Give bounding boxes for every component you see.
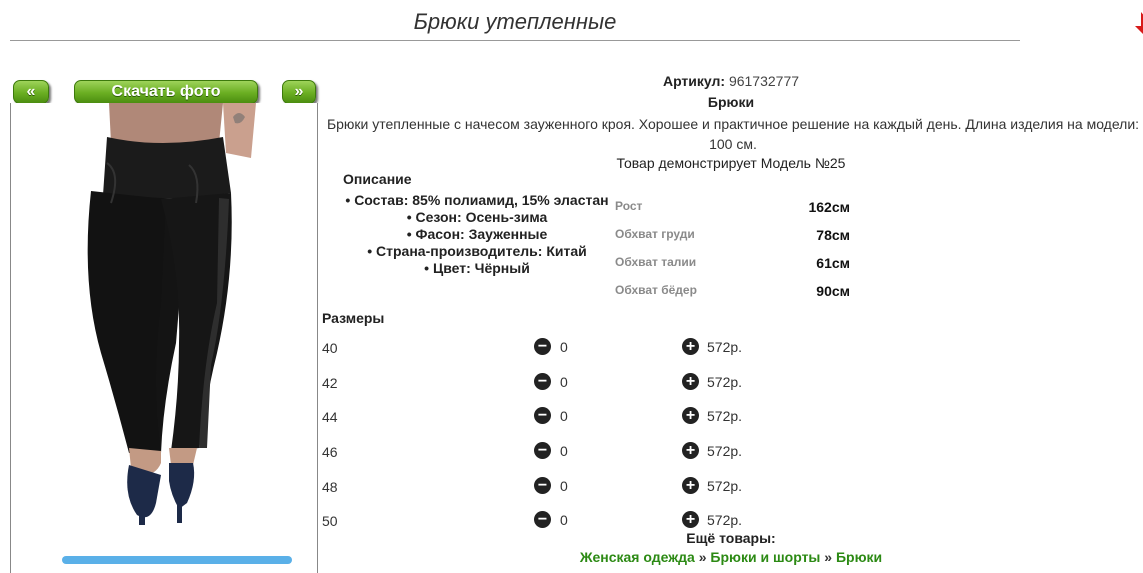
more-products-heading: Ещё товары:: [686, 530, 776, 546]
measurement-label: Обхват талии: [615, 255, 697, 269]
plus-icon[interactable]: +: [682, 373, 699, 390]
pants-photo-image: [87, 103, 256, 525]
quantity-value: 0: [560, 477, 568, 494]
breadcrumb: Женская одежда » Брюки и шорты » Брюки: [320, 549, 1142, 565]
measurement-value: 61см: [816, 255, 850, 271]
plus-icon[interactable]: +: [682, 338, 699, 355]
plus-icon[interactable]: +: [682, 442, 699, 459]
minus-icon[interactable]: −: [534, 407, 551, 424]
size-row: 46 −0 +572р.: [322, 442, 782, 464]
size-row: 40 −0 +572р.: [322, 338, 782, 360]
breadcrumb-link-pants[interactable]: Брюки: [836, 549, 882, 565]
breadcrumb-separator: »: [824, 549, 833, 565]
brand-logo-icon: [1135, 12, 1143, 34]
page-title: Брюки утепленные: [413, 9, 617, 34]
spec-item: Цвет: Чёрный: [342, 260, 612, 277]
product-category: Брюки: [707, 94, 755, 110]
model-note: Товар демонстрирует Модель №25: [616, 155, 846, 171]
price-value: 572р.: [707, 373, 743, 390]
plus-icon[interactable]: +: [682, 477, 699, 494]
description-heading: Описание: [343, 171, 412, 187]
size-label: 50: [322, 513, 338, 529]
plus-icon[interactable]: +: [682, 407, 699, 424]
price-value: 572р.: [707, 442, 743, 459]
measurement-value: 78см: [816, 227, 850, 243]
price-value: 572р.: [707, 407, 743, 424]
quantity-value: 0: [560, 442, 568, 459]
measurement-value: 162см: [808, 199, 850, 215]
breadcrumb-link-womens-clothing[interactable]: Женская одежда: [580, 549, 695, 565]
article-line: Артикул: 961732777: [320, 73, 1142, 89]
size-label: 42: [322, 375, 338, 391]
minus-icon[interactable]: −: [534, 511, 551, 528]
download-photo-button[interactable]: Скачать фото: [74, 80, 258, 104]
size-label: 48: [322, 479, 338, 495]
minus-icon[interactable]: −: [534, 373, 551, 390]
quantity-value: 0: [560, 338, 568, 355]
size-label: 44: [322, 409, 338, 425]
price-value: 572р.: [707, 338, 743, 355]
size-row: 44 −0 +572р.: [322, 407, 782, 429]
minus-icon[interactable]: −: [534, 477, 551, 494]
minus-icon[interactable]: −: [534, 442, 551, 459]
spec-item: Состав: 85% полиамид, 15% эластан: [342, 192, 612, 209]
article-label: Артикул:: [662, 73, 726, 89]
measurement-value: 90см: [816, 283, 850, 299]
size-label: 46: [322, 444, 338, 460]
measurement-label: Обхват груди: [615, 227, 695, 241]
price-value: 572р.: [707, 477, 743, 494]
product-description: Брюки утепленные с начесом зауженного кр…: [326, 116, 1140, 152]
breadcrumb-separator: »: [698, 549, 707, 565]
quantity-value: 0: [560, 373, 568, 390]
spec-item: Страна-производитель: Китай: [342, 243, 612, 260]
size-label: 40: [322, 340, 338, 356]
minus-icon[interactable]: −: [534, 338, 551, 355]
sizes-heading: Размеры: [322, 310, 385, 326]
photo-scroll-bar[interactable]: [62, 556, 292, 564]
measurement-label: Обхват бёдер: [615, 283, 697, 297]
quantity-value: 0: [560, 511, 568, 528]
product-photo[interactable]: [10, 103, 318, 573]
size-row: 42 −0 +572р.: [322, 373, 782, 395]
spec-item: Сезон: Осень-зима: [342, 209, 612, 226]
price-value: 572р.: [707, 511, 743, 528]
size-row: 48 −0 +572р.: [322, 477, 782, 499]
spec-item: Фасон: Зауженные: [342, 226, 612, 243]
breadcrumb-link-pants-shorts[interactable]: Брюки и шорты: [710, 549, 820, 565]
quantity-value: 0: [560, 407, 568, 424]
prev-photo-button[interactable]: «: [13, 80, 49, 104]
article-value: 961732777: [728, 73, 800, 89]
measurement-label: Рост: [615, 199, 643, 213]
next-photo-button[interactable]: »: [282, 80, 316, 104]
spec-list: Состав: 85% полиамид, 15% эластан Сезон:…: [342, 192, 612, 277]
page-title-bar: Брюки утепленные: [10, 8, 1020, 41]
plus-icon[interactable]: +: [682, 511, 699, 528]
